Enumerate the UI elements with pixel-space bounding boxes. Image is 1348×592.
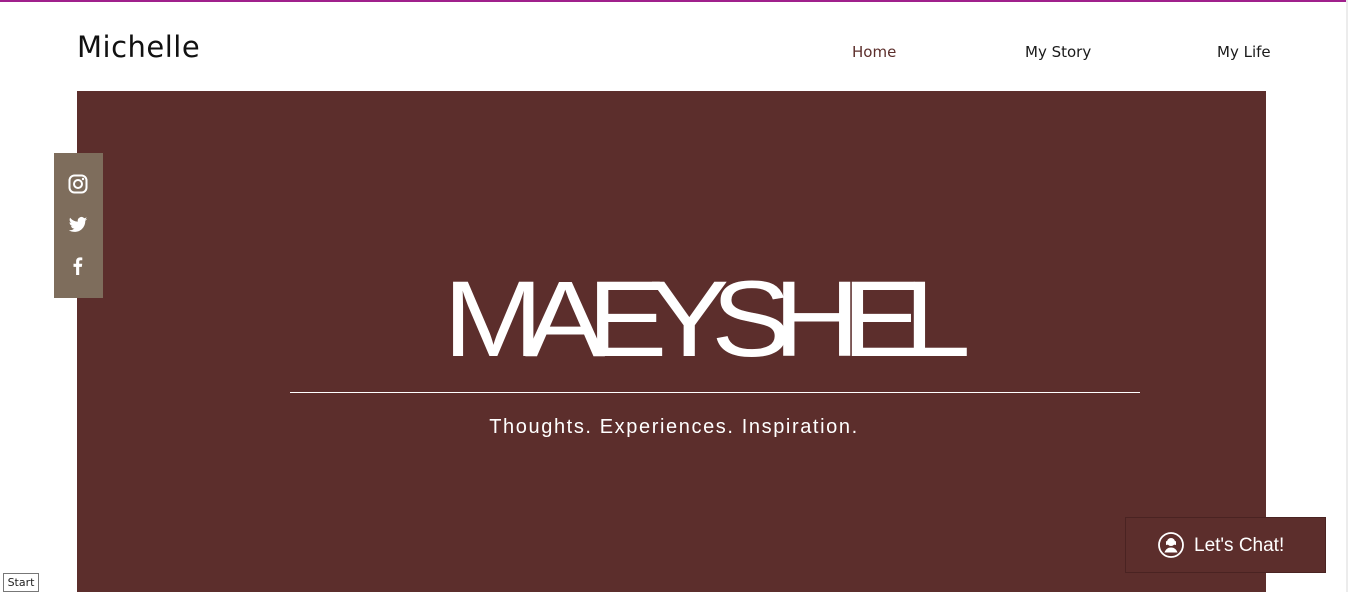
chat-person-icon: [1158, 532, 1184, 558]
main-nav: Home My Story My Life: [0, 43, 1348, 65]
chat-label: Let's Chat!: [1194, 535, 1285, 556]
facebook-icon[interactable]: [68, 256, 88, 276]
instagram-icon[interactable]: [68, 174, 88, 194]
nav-item-my-life[interactable]: My Life: [1217, 43, 1271, 61]
lets-chat-button[interactable]: Let's Chat!: [1125, 517, 1326, 573]
start-label[interactable]: Start: [3, 573, 39, 592]
brand-divider: [290, 392, 1140, 393]
social-bar: [54, 153, 103, 298]
hero-tagline: Thoughts. Experiences. Inspiration.: [489, 416, 859, 438]
nav-item-my-story[interactable]: My Story: [1025, 43, 1091, 61]
brand-logo-text: MAEYSHEL: [443, 258, 971, 380]
nav-item-home[interactable]: Home: [852, 43, 896, 61]
twitter-icon[interactable]: [68, 215, 88, 235]
top-accent-line: [0, 0, 1348, 2]
